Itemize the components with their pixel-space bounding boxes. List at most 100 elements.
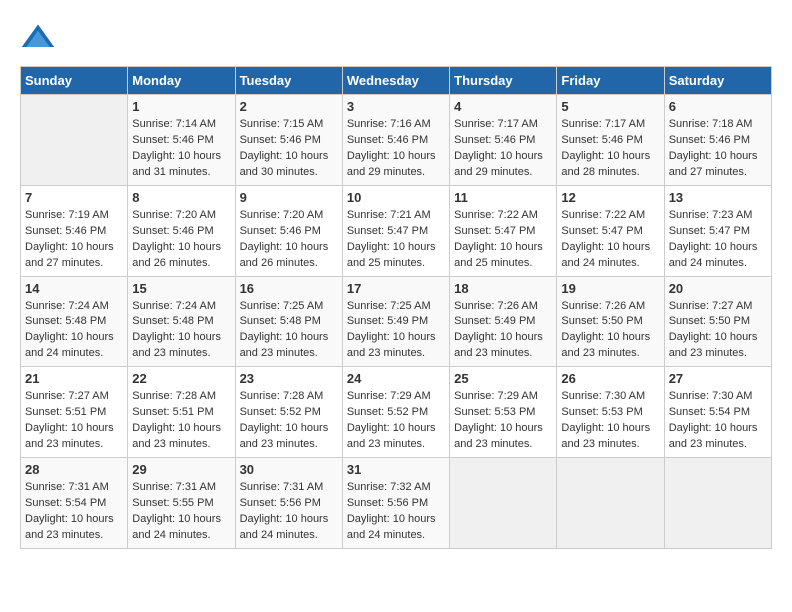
day-number: 3 — [347, 99, 445, 114]
calendar-cell: 16 Sunrise: 7:25 AM Sunset: 5:48 PM Dayli… — [235, 276, 342, 367]
calendar-cell: 19 Sunrise: 7:26 AM Sunset: 5:50 PM Dayli… — [557, 276, 664, 367]
day-info: Sunrise: 7:25 AM Sunset: 5:49 PM Dayligh… — [347, 299, 445, 363]
week-row-3: 14Sunrise: 7:24 AM Sunset: 5:48 PM Dayli… — [21, 276, 772, 367]
calendar-cell: 11 Sunrise: 7:22 AM Sunset: 5:47 PM Dayli… — [450, 185, 557, 276]
calendar-cell: 26 Sunrise: 7:30 AM Sunset: 5:53 PM Dayli… — [557, 367, 664, 458]
day-info: Sunrise: 7:18 AM Sunset: 5:46 PM Dayligh… — [669, 117, 767, 181]
day-info: Sunrise: 7:30 AM Sunset: 5:53 PM Dayligh… — [561, 389, 659, 453]
day-number: 19 — [561, 281, 659, 296]
header-day-thursday: Thursday — [450, 67, 557, 95]
header-day-tuesday: Tuesday — [235, 67, 342, 95]
calendar-body: 1 Sunrise: 7:14 AM Sunset: 5:46 PM Daylig… — [21, 95, 772, 549]
day-info: Sunrise: 7:32 AM Sunset: 5:56 PM Dayligh… — [347, 480, 445, 544]
day-info: Sunrise: 7:27 AM Sunset: 5:51 PM Dayligh… — [25, 389, 123, 453]
calendar-cell — [664, 458, 771, 549]
day-number: 21 — [25, 371, 123, 386]
day-number: 13 — [669, 190, 767, 205]
day-info: Sunrise: 7:14 AM Sunset: 5:46 PM Dayligh… — [132, 117, 230, 181]
header-row: SundayMondayTuesdayWednesdayThursdayFrid… — [21, 67, 772, 95]
day-number: 11 — [454, 190, 552, 205]
calendar-cell — [557, 458, 664, 549]
calendar-header: SundayMondayTuesdayWednesdayThursdayFrid… — [21, 67, 772, 95]
day-number: 5 — [561, 99, 659, 114]
day-number: 23 — [240, 371, 338, 386]
header-day-saturday: Saturday — [664, 67, 771, 95]
calendar-cell: 8Sunrise: 7:20 AM Sunset: 5:46 PM Daylig… — [128, 185, 235, 276]
day-info: Sunrise: 7:22 AM Sunset: 5:47 PM Dayligh… — [454, 208, 552, 272]
day-number: 9 — [240, 190, 338, 205]
day-number: 2 — [240, 99, 338, 114]
calendar-cell — [450, 458, 557, 549]
day-info: Sunrise: 7:26 AM Sunset: 5:50 PM Dayligh… — [561, 299, 659, 363]
day-info: Sunrise: 7:28 AM Sunset: 5:51 PM Dayligh… — [132, 389, 230, 453]
day-info: Sunrise: 7:26 AM Sunset: 5:49 PM Dayligh… — [454, 299, 552, 363]
calendar-cell: 13Sunrise: 7:23 AM Sunset: 5:47 PM Dayli… — [664, 185, 771, 276]
calendar-cell: 7 Sunrise: 7:19 AM Sunset: 5:46 PM Daylig… — [21, 185, 128, 276]
week-row-4: 21 Sunrise: 7:27 AM Sunset: 5:51 PM Dayli… — [21, 367, 772, 458]
calendar-cell: 27 Sunrise: 7:30 AM Sunset: 5:54 PM Dayli… — [664, 367, 771, 458]
day-info: Sunrise: 7:27 AM Sunset: 5:50 PM Dayligh… — [669, 299, 767, 363]
day-info: Sunrise: 7:31 AM Sunset: 5:55 PM Dayligh… — [132, 480, 230, 544]
day-info: Sunrise: 7:30 AM Sunset: 5:54 PM Dayligh… — [669, 389, 767, 453]
day-info: Sunrise: 7:19 AM Sunset: 5:46 PM Dayligh… — [25, 208, 123, 272]
day-info: Sunrise: 7:17 AM Sunset: 5:46 PM Dayligh… — [561, 117, 659, 181]
calendar-cell: 5 Sunrise: 7:17 AM Sunset: 5:46 PM Daylig… — [557, 95, 664, 186]
calendar-cell: 21 Sunrise: 7:27 AM Sunset: 5:51 PM Dayli… — [21, 367, 128, 458]
day-info: Sunrise: 7:25 AM Sunset: 5:48 PM Dayligh… — [240, 299, 338, 363]
calendar-table: SundayMondayTuesdayWednesdayThursdayFrid… — [20, 66, 772, 549]
day-info: Sunrise: 7:28 AM Sunset: 5:52 PM Dayligh… — [240, 389, 338, 453]
day-number: 4 — [454, 99, 552, 114]
day-number: 30 — [240, 462, 338, 477]
week-row-1: 1 Sunrise: 7:14 AM Sunset: 5:46 PM Daylig… — [21, 95, 772, 186]
day-info: Sunrise: 7:31 AM Sunset: 5:56 PM Dayligh… — [240, 480, 338, 544]
day-number: 1 — [132, 99, 230, 114]
day-info: Sunrise: 7:20 AM Sunset: 5:46 PM Dayligh… — [240, 208, 338, 272]
calendar-cell: 10 Sunrise: 7:21 AM Sunset: 5:47 PM Dayli… — [342, 185, 449, 276]
calendar-cell: 31 Sunrise: 7:32 AM Sunset: 5:56 PM Dayli… — [342, 458, 449, 549]
day-number: 6 — [669, 99, 767, 114]
day-info: Sunrise: 7:24 AM Sunset: 5:48 PM Dayligh… — [25, 299, 123, 363]
calendar-cell: 9 Sunrise: 7:20 AM Sunset: 5:46 PM Daylig… — [235, 185, 342, 276]
calendar-cell: 29Sunrise: 7:31 AM Sunset: 5:55 PM Dayli… — [128, 458, 235, 549]
day-info: Sunrise: 7:15 AM Sunset: 5:46 PM Dayligh… — [240, 117, 338, 181]
day-number: 27 — [669, 371, 767, 386]
day-number: 20 — [669, 281, 767, 296]
day-number: 17 — [347, 281, 445, 296]
day-number: 22 — [132, 371, 230, 386]
day-info: Sunrise: 7:22 AM Sunset: 5:47 PM Dayligh… — [561, 208, 659, 272]
day-info: Sunrise: 7:29 AM Sunset: 5:53 PM Dayligh… — [454, 389, 552, 453]
day-number: 15 — [132, 281, 230, 296]
calendar-cell: 23 Sunrise: 7:28 AM Sunset: 5:52 PM Dayli… — [235, 367, 342, 458]
calendar-cell — [21, 95, 128, 186]
calendar-cell: 1 Sunrise: 7:14 AM Sunset: 5:46 PM Daylig… — [128, 95, 235, 186]
day-number: 24 — [347, 371, 445, 386]
day-number: 18 — [454, 281, 552, 296]
day-info: Sunrise: 7:21 AM Sunset: 5:47 PM Dayligh… — [347, 208, 445, 272]
calendar-cell: 2 Sunrise: 7:15 AM Sunset: 5:46 PM Daylig… — [235, 95, 342, 186]
calendar-cell: 22 Sunrise: 7:28 AM Sunset: 5:51 PM Dayli… — [128, 367, 235, 458]
header-day-monday: Monday — [128, 67, 235, 95]
week-row-2: 7 Sunrise: 7:19 AM Sunset: 5:46 PM Daylig… — [21, 185, 772, 276]
header-day-sunday: Sunday — [21, 67, 128, 95]
day-info: Sunrise: 7:29 AM Sunset: 5:52 PM Dayligh… — [347, 389, 445, 453]
day-number: 26 — [561, 371, 659, 386]
week-row-5: 28 Sunrise: 7:31 AM Sunset: 5:54 PM Dayli… — [21, 458, 772, 549]
calendar-cell: 24 Sunrise: 7:29 AM Sunset: 5:52 PM Dayli… — [342, 367, 449, 458]
day-number: 10 — [347, 190, 445, 205]
logo — [20, 20, 62, 56]
calendar-cell: 25 Sunrise: 7:29 AM Sunset: 5:53 PM Dayli… — [450, 367, 557, 458]
calendar-cell: 6 Sunrise: 7:18 AM Sunset: 5:46 PM Daylig… — [664, 95, 771, 186]
day-number: 28 — [25, 462, 123, 477]
day-number: 16 — [240, 281, 338, 296]
day-info: Sunrise: 7:20 AM Sunset: 5:46 PM Dayligh… — [132, 208, 230, 272]
day-number: 25 — [454, 371, 552, 386]
calendar-cell: 20 Sunrise: 7:27 AM Sunset: 5:50 PM Dayli… — [664, 276, 771, 367]
day-info: Sunrise: 7:24 AM Sunset: 5:48 PM Dayligh… — [132, 299, 230, 363]
calendar-cell: 18 Sunrise: 7:26 AM Sunset: 5:49 PM Dayli… — [450, 276, 557, 367]
calendar-cell: 28 Sunrise: 7:31 AM Sunset: 5:54 PM Dayli… — [21, 458, 128, 549]
day-info: Sunrise: 7:31 AM Sunset: 5:54 PM Dayligh… — [25, 480, 123, 544]
day-number: 7 — [25, 190, 123, 205]
day-number: 31 — [347, 462, 445, 477]
calendar-cell: 14Sunrise: 7:24 AM Sunset: 5:48 PM Dayli… — [21, 276, 128, 367]
page-header — [20, 20, 772, 56]
